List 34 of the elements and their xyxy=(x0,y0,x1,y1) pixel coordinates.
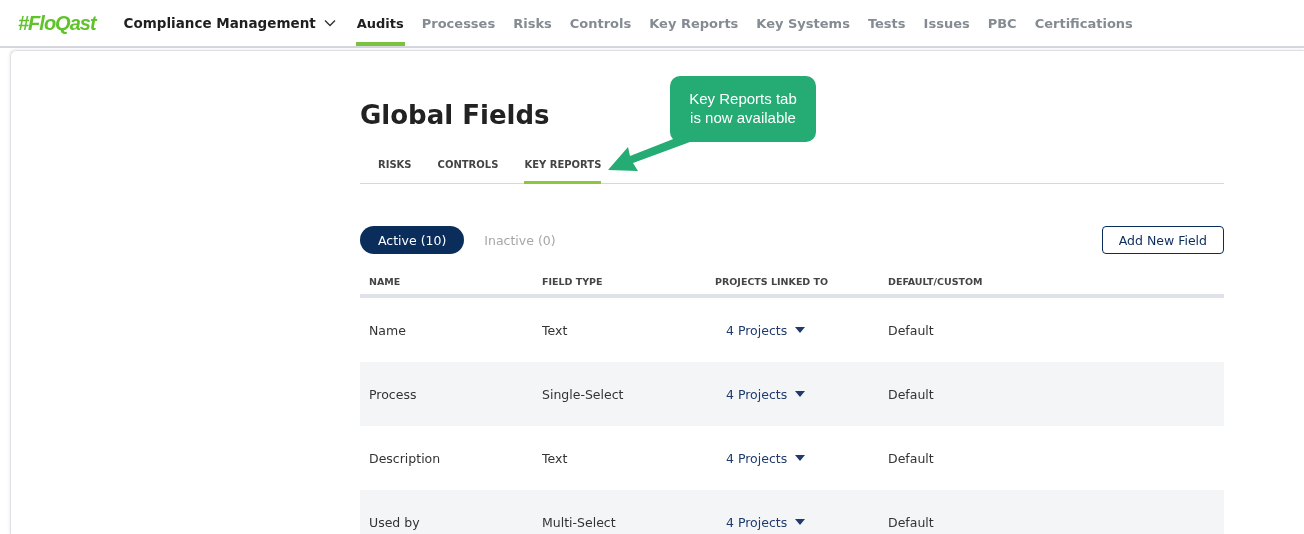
add-new-field-button[interactable]: Add New Field xyxy=(1101,226,1224,254)
section-tab[interactable]: CONTROLS xyxy=(437,153,499,184)
page-title: Global Fields xyxy=(360,99,550,132)
table-cell-text: Text xyxy=(542,450,569,466)
table-cell-text: Used by xyxy=(369,514,421,530)
table-cell-text: Default xyxy=(888,386,935,402)
table-cell-text: Process xyxy=(369,386,418,402)
caret-down-icon xyxy=(795,327,806,333)
table-cell-text: Default xyxy=(888,322,935,338)
table-cell-text: Name xyxy=(369,322,407,338)
callout-bubble: Key Reports tab is now available xyxy=(670,76,816,142)
column-header: PROJECTS LINKED TO xyxy=(715,276,830,287)
caret-down-icon xyxy=(795,391,806,397)
column-header: DEFAULT/CUSTOM xyxy=(888,276,984,287)
chevron-down-icon xyxy=(323,19,336,27)
module-dropdown[interactable]: Compliance Management xyxy=(123,0,336,46)
section-tab[interactable]: RISKS xyxy=(378,153,412,184)
caret-down-icon xyxy=(795,519,806,525)
table-cell-text: Multi-Select xyxy=(542,514,617,530)
column-header: NAME xyxy=(369,276,402,287)
column-header: FIELD TYPE xyxy=(542,276,604,287)
projects-dropdown[interactable]: 4 Projects xyxy=(726,450,806,466)
projects-dropdown[interactable]: 4 Projects xyxy=(726,514,806,530)
caret-down-icon xyxy=(795,455,806,461)
projects-dropdown[interactable]: 4 Projects xyxy=(726,322,806,338)
table-cell-text: Default xyxy=(888,514,935,530)
filter-pill[interactable]: Active (10) xyxy=(360,226,465,254)
table-cell-text: Text xyxy=(542,322,569,338)
nav-tab[interactable]: Audits xyxy=(355,0,405,46)
table-cell-text: Description xyxy=(369,450,442,466)
table-cell-text: Single-Select xyxy=(542,386,625,402)
table-cell-text: Default xyxy=(888,450,935,466)
section-tab[interactable]: KEY REPORTS xyxy=(524,153,602,184)
projects-dropdown[interactable]: 4 Projects xyxy=(726,386,806,402)
